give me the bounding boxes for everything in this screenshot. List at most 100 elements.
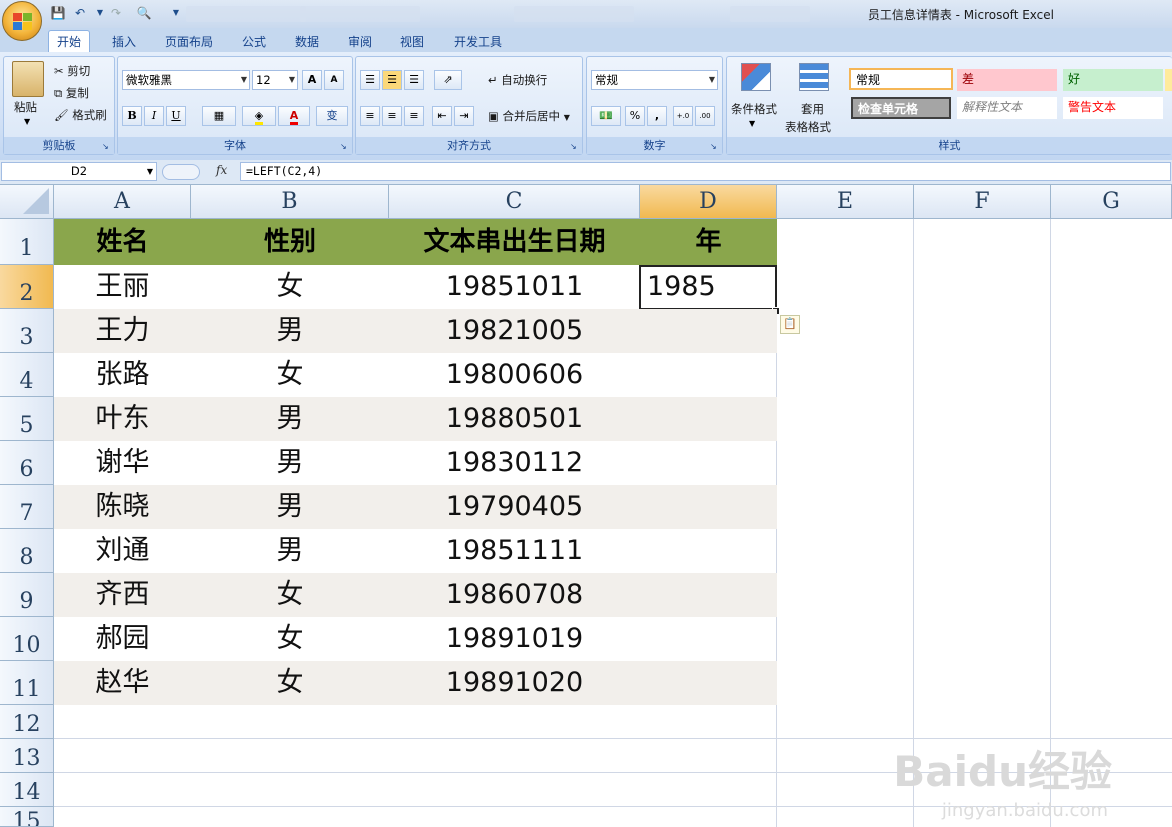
italic-button[interactable]: I xyxy=(144,106,164,126)
phonetic-button[interactable]: 变 xyxy=(316,106,348,126)
increase-indent-icon[interactable]: ⇥ xyxy=(454,106,474,126)
cell-gender[interactable]: 男 xyxy=(191,397,389,441)
borders-button[interactable]: ▦ xyxy=(202,106,236,126)
dialog-launcher-icon[interactable]: ↘ xyxy=(710,142,719,151)
paste-dropdown-icon[interactable]: ▼ xyxy=(24,117,30,126)
table-format-icon[interactable] xyxy=(799,63,829,91)
cell-name[interactable]: 王力 xyxy=(54,309,191,353)
formula-input[interactable]: =LEFT(C2,4) xyxy=(240,162,1171,181)
tab-view[interactable]: 视图 xyxy=(392,32,432,52)
conditional-format-icon[interactable] xyxy=(741,63,771,91)
dialog-launcher-icon[interactable]: ↘ xyxy=(570,142,579,151)
percent-button[interactable]: % xyxy=(625,106,645,126)
tab-review[interactable]: 审阅 xyxy=(340,32,380,52)
tab-page-layout[interactable]: 页面布局 xyxy=(157,32,221,52)
wrap-text-button[interactable]: ↵ 自动换行 xyxy=(488,72,547,88)
undo-icon[interactable]: ↶ xyxy=(72,5,88,21)
decrease-decimal-button[interactable]: .00 xyxy=(695,106,715,126)
style-explanatory[interactable]: 解释性文本 xyxy=(957,97,1057,119)
cell-date[interactable]: 19891020 xyxy=(389,661,640,705)
align-top-icon[interactable]: ☰ xyxy=(360,70,380,90)
cell-date[interactable]: 19851011 xyxy=(389,265,640,309)
cell-gender[interactable]: 男 xyxy=(191,441,389,485)
tab-developer[interactable]: 开发工具 xyxy=(446,32,510,52)
cell-date[interactable]: 19790405 xyxy=(389,485,640,529)
cell-gender[interactable]: 女 xyxy=(191,265,389,309)
cell-name[interactable]: 赵华 xyxy=(54,661,191,705)
tab-data[interactable]: 数据 xyxy=(287,32,327,52)
font-color-button[interactable]: A xyxy=(278,106,310,126)
paste-button[interactable]: 粘贴 xyxy=(14,99,37,115)
cell-date[interactable]: 19880501 xyxy=(389,397,640,441)
column-header-c[interactable]: C xyxy=(389,185,640,219)
row-header-10[interactable]: 10 xyxy=(0,617,54,661)
copy-button[interactable]: ⧉ 复制 xyxy=(54,85,89,101)
cell-date[interactable]: 19851111 xyxy=(389,529,640,573)
undo-dropdown-icon[interactable]: ▼ xyxy=(92,5,108,21)
column-header-d[interactable]: D xyxy=(640,185,777,219)
cell-year-active[interactable]: 1985 xyxy=(639,265,777,310)
format-painter-button[interactable]: 🖌 格式刷 xyxy=(54,107,107,123)
cell-gender[interactable]: 女 xyxy=(191,353,389,397)
tab-formulas[interactable]: 公式 xyxy=(234,32,274,52)
style-check-cell[interactable]: 检查单元格 xyxy=(851,97,951,119)
merge-center-button[interactable]: ▣ 合并后居中 ▼ xyxy=(488,108,570,124)
align-left-icon[interactable]: ≡ xyxy=(360,106,380,126)
cell-gender[interactable]: 女 xyxy=(191,617,389,661)
cell-name[interactable]: 王丽 xyxy=(54,265,191,309)
row-header-7[interactable]: 7 xyxy=(0,485,54,529)
paste-icon[interactable] xyxy=(12,61,44,97)
style-normal[interactable]: 常规 xyxy=(849,68,953,90)
cell-name[interactable]: 叶东 xyxy=(54,397,191,441)
bold-button[interactable]: B xyxy=(122,106,142,126)
row-header-9[interactable]: 9 xyxy=(0,573,54,617)
style-bad[interactable]: 差 xyxy=(957,69,1057,91)
row-header-1[interactable]: 1 xyxy=(0,219,54,265)
row-header-6[interactable]: 6 xyxy=(0,441,54,485)
cell-name[interactable]: 郝园 xyxy=(54,617,191,661)
row-header-14[interactable]: 14 xyxy=(0,773,54,807)
office-button[interactable] xyxy=(2,1,42,41)
row-header-5[interactable]: 5 xyxy=(0,397,54,441)
cell-date[interactable]: 19860708 xyxy=(389,573,640,617)
paste-options-icon[interactable]: 📋 xyxy=(780,315,800,334)
cell-date[interactable]: 19830112 xyxy=(389,441,640,485)
tab-home[interactable]: 开始 xyxy=(48,30,91,53)
align-right-icon[interactable]: ≡ xyxy=(404,106,424,126)
row-header-12[interactable]: 12 xyxy=(0,705,54,739)
increase-decimal-button[interactable]: +.0 xyxy=(673,106,693,126)
dialog-launcher-icon[interactable]: ↘ xyxy=(340,142,349,151)
style-warning[interactable]: 警告文本 xyxy=(1063,97,1163,119)
style-neutral-edge[interactable] xyxy=(1165,69,1172,91)
row-header-15[interactable]: 15 xyxy=(0,807,54,827)
cell-date[interactable]: 19800606 xyxy=(389,353,640,397)
dialog-launcher-icon[interactable]: ↘ xyxy=(102,142,111,151)
orientation-icon[interactable]: ⇗ xyxy=(434,70,462,90)
cell-name[interactable]: 张路 xyxy=(54,353,191,397)
cell-date[interactable]: 19891019 xyxy=(389,617,640,661)
align-bottom-icon[interactable]: ☰ xyxy=(404,70,424,90)
formula-bar-splitter[interactable] xyxy=(162,164,200,180)
column-header-g[interactable]: G xyxy=(1051,185,1172,219)
cell-gender[interactable]: 女 xyxy=(191,661,389,705)
cell-gender[interactable]: 男 xyxy=(191,309,389,353)
tab-insert[interactable]: 插入 xyxy=(104,32,144,52)
font-name-select[interactable]: 微软雅黑 ▼ xyxy=(122,70,250,90)
row-header-8[interactable]: 8 xyxy=(0,529,54,573)
currency-icon[interactable]: 💵 xyxy=(591,106,621,126)
cell-gender[interactable]: 女 xyxy=(191,573,389,617)
cell-name[interactable]: 谢华 xyxy=(54,441,191,485)
header-cell-name[interactable]: 姓名 xyxy=(54,219,191,265)
row-header-3[interactable]: 3 xyxy=(0,309,54,353)
table-format-label-2[interactable]: 表格格式 xyxy=(785,119,831,135)
column-header-f[interactable]: F xyxy=(914,185,1051,219)
chevron-down-icon[interactable]: ▼ xyxy=(749,119,755,128)
cell-date[interactable]: 19821005 xyxy=(389,309,640,353)
column-header-a[interactable]: A xyxy=(54,185,191,219)
header-cell-year[interactable]: 年 xyxy=(640,219,777,265)
row-header-11[interactable]: 11 xyxy=(0,661,54,705)
table-format-label-1[interactable]: 套用 xyxy=(801,101,824,117)
font-size-select[interactable]: 12 ▼ xyxy=(252,70,298,90)
fill-color-button[interactable]: ◈ xyxy=(242,106,276,126)
header-cell-date[interactable]: 文本串出生日期 xyxy=(389,219,640,265)
